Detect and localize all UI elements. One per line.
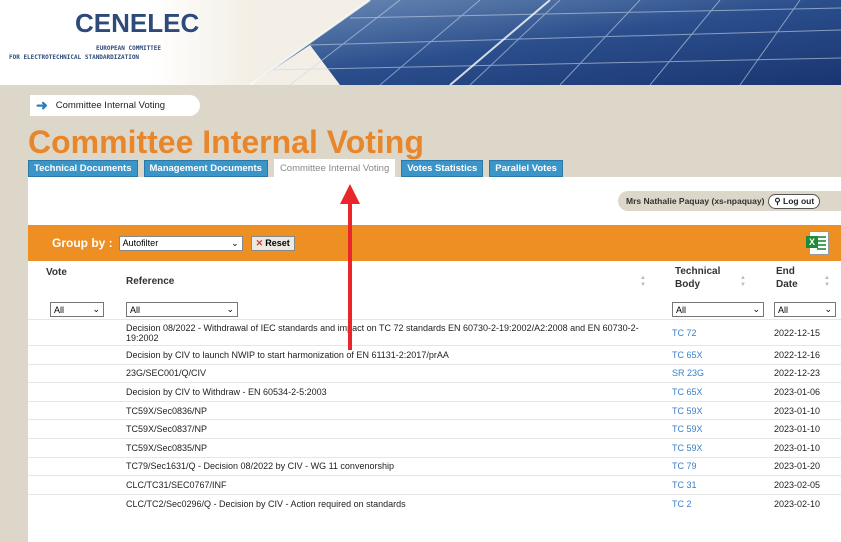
filter-vote-value: All <box>54 304 65 315</box>
filter-row: All ⌄ All ⌄ All ⌄ All ⌄ <box>28 299 841 319</box>
row-end-date: 2022-12-23 <box>774 368 821 379</box>
sort-icon[interactable]: ▲ ▼ <box>740 275 746 289</box>
tab-committee-internal-voting[interactable]: Committee Internal Voting <box>273 159 396 178</box>
row-end-date: 2023-01-10 <box>774 405 821 416</box>
row-technical-body-link[interactable]: TC 2 <box>672 495 692 513</box>
solar-panels-image <box>250 0 841 85</box>
row-reference[interactable]: 23G/SEC001/Q/CIV <box>126 365 664 383</box>
table-header: Vote Reference ▲ ▼ Technical Body ▲ ▼ End … <box>28 261 841 299</box>
table-row[interactable]: 23G/SEC001/Q/CIV SR 23G 2022-12-23 <box>28 363 841 383</box>
excel-export-icon[interactable]: X <box>806 231 829 255</box>
user-name: Mrs Nathalie Paquay (xs-npaquay) <box>626 196 765 206</box>
row-technical-body-link[interactable]: TC 79 <box>672 458 697 476</box>
row-reference[interactable]: TC59X/Sec0836/NP <box>126 402 664 420</box>
row-technical-body-link[interactable]: TC 31 <box>672 476 697 494</box>
logout-icon: ⚲ <box>774 195 783 206</box>
breadcrumb: ➜ Committee Internal Voting <box>30 95 200 116</box>
table-row[interactable]: TC59X/Sec0835/NP TC 59X 2023-01-10 <box>28 437 841 457</box>
row-end-date: 2023-01-20 <box>774 461 821 472</box>
filter-reference[interactable]: All ⌄ <box>126 302 238 317</box>
breadcrumb-item[interactable]: Committee Internal Voting <box>56 100 165 111</box>
excel-x: X <box>806 236 818 248</box>
table-row[interactable]: CLC/TC2/Sec0296/Q - Decision by CIV - Ac… <box>28 493 841 513</box>
row-reference[interactable]: TC59X/Sec0835/NP <box>126 439 664 457</box>
tab-parallel-votes[interactable]: Parallel Votes <box>489 160 563 177</box>
group-by-label: Group by : <box>52 236 113 250</box>
page-title: Committee Internal Voting <box>28 124 424 160</box>
arrow-right-icon: ➜ <box>36 97 48 113</box>
logo-subtitle-1: EUROPEAN COMMITTEE <box>96 45 162 52</box>
tab-bar: Technical Documents Management Documents… <box>28 159 563 178</box>
logo-subtitle-2: FOR ELECTROTECHNICAL STANDARDIZATION <box>9 54 140 61</box>
reset-label: Reset <box>265 238 290 248</box>
row-reference[interactable]: Decision by CIV to launch NWIP to start … <box>126 346 664 364</box>
tab-votes-statistics[interactable]: Votes Statistics <box>401 160 484 177</box>
chevron-down-icon: ⌄ <box>752 304 760 314</box>
table-row[interactable]: TC79/Sec1631/Q - Decision 08/2022 by CIV… <box>28 456 841 476</box>
row-reference[interactable]: CLC/TC2/Sec0296/Q - Decision by CIV - Ac… <box>126 495 664 513</box>
table-row[interactable]: Decision by CIV to Withdraw - EN 60534-2… <box>28 382 841 401</box>
filter-end-date[interactable]: All ⌄ <box>774 302 836 317</box>
row-reference[interactable]: CLC/TC31/SEC0767/INF <box>126 476 664 494</box>
row-end-date: 2023-02-10 <box>774 498 821 509</box>
main-content: Mrs Nathalie Paquay (xs-npaquay) ⚲ Log o… <box>28 177 841 542</box>
row-technical-body-link[interactable]: TC 59X <box>672 420 703 438</box>
table-row[interactable]: Decision by CIV to launch NWIP to start … <box>28 345 841 364</box>
sort-icon[interactable]: ▲ ▼ <box>640 275 646 289</box>
logout-label: Log out <box>783 195 815 206</box>
row-reference[interactable]: TC79/Sec1631/Q - Decision 08/2022 by CIV… <box>126 458 664 476</box>
votes-table: Vote Reference ▲ ▼ Technical Body ▲ ▼ End … <box>28 261 841 512</box>
filter-reference-value: All <box>130 304 141 315</box>
table-row[interactable]: TC59X/Sec0836/NP TC 59X 2023-01-10 <box>28 400 841 420</box>
row-end-date: 2022-12-15 <box>774 327 821 338</box>
group-by-value: Autofilter <box>122 238 159 248</box>
logout-button[interactable]: ⚲ Log out <box>768 193 821 209</box>
row-technical-body-link[interactable]: TC 72 <box>672 320 697 345</box>
filter-technical-body[interactable]: All ⌄ <box>672 302 764 317</box>
chevron-down-icon: ⌄ <box>824 304 832 314</box>
row-end-date: 2023-01-10 <box>774 442 821 453</box>
chevron-down-icon: ⌄ <box>231 237 239 248</box>
tab-management-documents[interactable]: Management Documents <box>143 160 268 177</box>
row-technical-body-link[interactable]: TC 59X <box>672 439 703 457</box>
excel-grid <box>817 236 826 252</box>
row-reference[interactable]: Decision by CIV to Withdraw - EN 60534-2… <box>126 383 664 401</box>
table-row[interactable]: CLC/TC31/SEC0767/INF TC 31 2023-02-05 <box>28 475 841 494</box>
row-technical-body-link[interactable]: TC 59X <box>672 402 703 420</box>
row-technical-body-link[interactable]: SR 23G <box>672 365 704 383</box>
row-end-date: 2023-02-05 <box>774 479 821 490</box>
group-by-bar: Group by : Autofilter ⌄ ✕ Reset X <box>28 225 841 261</box>
table-row[interactable]: TC59X/Sec0837/NP TC 59X 2023-01-10 <box>28 419 841 438</box>
reset-x-icon: ✕ <box>255 237 264 248</box>
row-technical-body-link[interactable]: TC 65X <box>672 383 703 401</box>
row-end-date: 2023-01-10 <box>774 424 821 435</box>
row-reference[interactable]: Decision 08/2022 - Withdrawal of IEC sta… <box>126 320 664 345</box>
filter-date-value: All <box>778 304 789 315</box>
chevron-down-icon: ⌄ <box>226 304 234 314</box>
filter-tb-value: All <box>676 304 687 315</box>
filter-vote[interactable]: All ⌄ <box>50 302 104 317</box>
group-by-select[interactable]: Autofilter ⌄ <box>118 235 243 251</box>
logo-title[interactable]: CENELEC <box>75 8 199 39</box>
header-banner: CENELEC EUROPEAN COMMITTEE FOR ELECTROTE… <box>0 0 841 85</box>
chevron-down-icon: ⌄ <box>92 304 100 314</box>
user-bar: Mrs Nathalie Paquay (xs-npaquay) ⚲ Log o… <box>618 191 841 211</box>
sort-icon[interactable]: ▲ ▼ <box>824 275 830 289</box>
reset-button[interactable]: ✕ Reset <box>250 235 295 251</box>
row-reference[interactable]: TC59X/Sec0837/NP <box>126 420 664 438</box>
table-row[interactable]: Decision 08/2022 - Withdrawal of IEC sta… <box>28 319 841 345</box>
row-end-date: 2023-01-06 <box>774 386 821 397</box>
row-end-date: 2022-12-16 <box>774 349 821 360</box>
row-technical-body-link[interactable]: TC 65X <box>672 346 703 364</box>
tab-technical-documents[interactable]: Technical Documents <box>28 160 138 177</box>
